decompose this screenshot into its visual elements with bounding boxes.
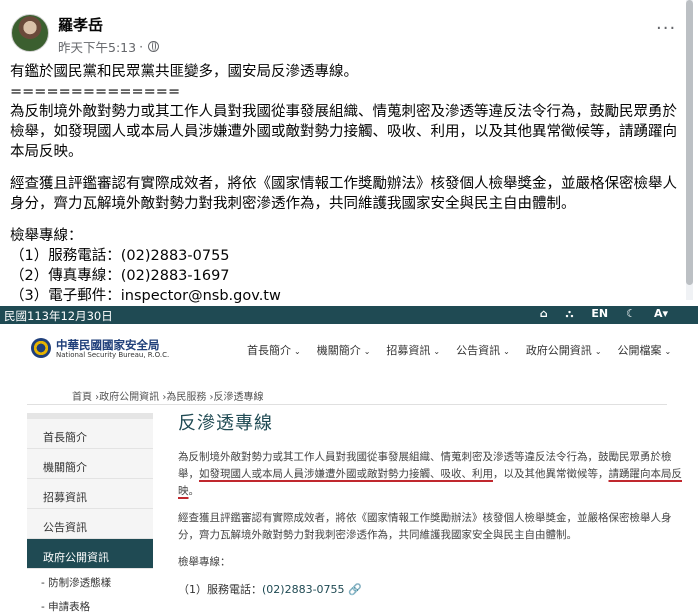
post-paragraph: 有鑑於國民黨和民眾黨共匪變多，國安局反滲透專線。 [10, 64, 358, 80]
hotline-phone-row: （1）服務電話：(02)2883-0755 🔗 [178, 583, 362, 596]
hotline-phone: （1）服務電話：(02)2883-0755 [10, 248, 230, 264]
nav-item-director[interactable]: 首長簡介 ⌄ [247, 342, 301, 358]
date-label: 民國113年12月30日 [4, 309, 113, 323]
hotline-heading: 檢舉專線： [178, 556, 231, 568]
nav-item-recruit[interactable]: 招募資訊 ⌄ [386, 342, 440, 358]
nav-item-gov-info[interactable]: 政府公開資訊 ⌄ [526, 342, 602, 358]
sidebar: 首長簡介 機關簡介 招募資訊 公告資訊 政府公開資訊 - 防制滲透態樣 - 申請… [27, 413, 153, 614]
page-title: 反滲透專線 [178, 413, 273, 434]
chevron-down-icon: ⌄ [433, 347, 441, 356]
post-body: 有鑑於國民黨和民眾黨共匪變多，國安局反滲透專線。 ============== … [10, 62, 678, 306]
font-size-button[interactable]: A▾ [654, 307, 668, 321]
main-nav: 首長簡介 ⌄ 機關簡介 ⌄ 招募資訊 ⌄ 公告資訊 ⌄ 政府公開資訊 ⌄ 公開檔案 ⌄ [247, 342, 671, 358]
highlighted-text: 如發現國人或本局人員涉嫌遭外國或敵對勢力接觸、吸收、利用 [199, 468, 493, 480]
sitemap-icon[interactable]: ⛬ [566, 307, 574, 321]
post-meta: 昨天下午5:13 · [58, 37, 160, 56]
hotline-fax: （2）傳真專線：(02)2883-1697 [10, 268, 230, 284]
scrollbar-thumb[interactable] [686, 0, 693, 285]
sidebar-item-notice[interactable]: 公告資訊 [27, 509, 153, 539]
sidebar-item-gov-info[interactable]: 政府公開資訊 [27, 539, 153, 569]
globe-icon [148, 41, 160, 52]
sidebar-sub-item[interactable]: - 防制滲透態樣 [27, 569, 153, 593]
sidebar-sub-item[interactable]: - 申請表格 [27, 593, 153, 614]
content-paragraph: 為反制境外敵對勢力或其工作人員對我國從事發展組織、情蒐刺密及滲透等違反法令行為，… [178, 451, 682, 497]
logo-subtitle: National Security Bureau, R.O.C. [56, 351, 170, 359]
phone-link[interactable]: (02)2883-0755 [262, 583, 345, 596]
facebook-post: 羅孝岳 昨天下午5:13 · ··· 有鑑於國民黨和民眾黨共匪變多，國安局反滲透… [0, 0, 698, 306]
sidebar-item-director[interactable]: 首長簡介 [27, 419, 153, 449]
more-options-icon[interactable]: ··· [656, 18, 676, 39]
main-content: 反滲透專線 為反制境外敵對勢力或其工作人員對我國從事發展組織、情蒐刺密及滲透等違… [178, 409, 688, 597]
nav-item-notice[interactable]: 公告資訊 ⌄ [456, 342, 510, 358]
chevron-down-icon: ⌄ [664, 347, 672, 356]
nav-item-archives[interactable]: 公開檔案 ⌄ [618, 342, 672, 358]
content-paragraph: 經查獲且評鑑審認有實際成效者，將依《國家情報工作獎勵辦法》核發個人檢舉獎金，並嚴… [178, 512, 672, 541]
dark-mode-icon[interactable]: ☾ [626, 307, 636, 321]
divider [27, 404, 667, 405]
top-bar: 民國113年12月30日 ⌂ ⛬ EN ☾ A▾ [0, 306, 698, 324]
sidebar-item-agency[interactable]: 機關簡介 [27, 449, 153, 479]
post-separator: ============== [10, 84, 181, 100]
home-icon[interactable]: ⌂ [540, 307, 548, 321]
chevron-down-icon: ⌄ [294, 347, 301, 356]
chevron-down-icon: ⌄ [594, 347, 602, 356]
sidebar-item-recruit[interactable]: 招募資訊 [27, 479, 153, 509]
chevron-down-icon: ⌄ [503, 347, 510, 356]
breadcrumb[interactable]: 首頁 ›政府公開資訊 ›為民服務 ›反滲透專線 [72, 388, 264, 403]
author-name[interactable]: 羅孝岳 [58, 14, 103, 35]
top-tools: ⌂ ⛬ EN ☾ A▾ [540, 307, 668, 321]
nsb-seal-icon[interactable] [31, 338, 51, 358]
nsb-website: 民國113年12月30日 ⌂ ⛬ EN ☾ A▾ 中華民國國家安全局 Natio… [0, 306, 698, 614]
chevron-down-icon: ⌄ [363, 347, 371, 356]
author-avatar[interactable] [11, 14, 49, 52]
hotline-email: （3）電子郵件：inspector@nsb.gov.tw [10, 288, 281, 304]
hotline-title: 檢舉專線： [10, 228, 83, 244]
post-paragraph: 經查獲且評鑑審認有實際成效者，將依《國家情報工作獎勵辦法》核發個人檢舉獎金，並嚴… [10, 176, 677, 212]
post-paragraph: 為反制境外敵對勢力或其工作人員對我國從事發展組織、情蒐刺密及滲透等違反法令行為，… [10, 104, 677, 160]
english-link[interactable]: EN [591, 307, 608, 321]
link-icon[interactable]: 🔗 [348, 583, 362, 596]
nav-item-agency[interactable]: 機關簡介 ⌄ [317, 342, 371, 358]
post-timestamp[interactable]: 昨天下午5:13 [58, 37, 136, 56]
